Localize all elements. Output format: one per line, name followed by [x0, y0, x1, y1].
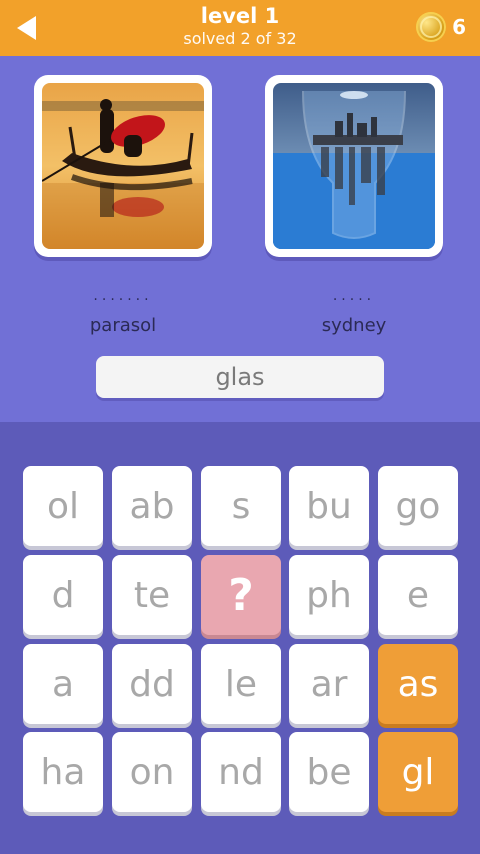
top-bar: level 1 solved 2 of 32 6 — [0, 0, 480, 56]
letter-tile[interactable]: ol — [23, 466, 103, 546]
coin-count: 6 — [452, 15, 466, 39]
letter-tile[interactable]: gl — [378, 732, 458, 812]
left-word-dots: ....... — [93, 288, 153, 304]
letter-tile[interactable]: on — [112, 732, 192, 812]
right-word-dots: ..... — [332, 288, 376, 304]
answer-field[interactable]: glas — [96, 356, 384, 398]
letter-board: ol ab s bu go d te? ph e a dd le ar as ha on nd be gl — [0, 422, 480, 854]
letter-tile[interactable]: as — [378, 644, 458, 724]
letter-tile[interactable]: le — [201, 644, 281, 724]
puzzle-area: ....... ..... parasol sydney glas — [0, 56, 480, 422]
level-title: level 1 — [200, 4, 280, 28]
coin-counter[interactable]: 6 — [416, 11, 466, 43]
clue-image-right — [265, 75, 443, 257]
letter-tile[interactable]: d — [23, 555, 103, 635]
letter-tile[interactable]: ab — [112, 466, 192, 546]
letter-tile[interactable]: bu — [289, 466, 369, 546]
sydney-glass-image — [273, 83, 435, 249]
left-word-label: parasol — [89, 315, 157, 336]
letter-tile[interactable]: be — [289, 732, 369, 812]
letter-tile[interactable]: go — [378, 466, 458, 546]
letter-tile[interactable]: e — [378, 555, 458, 635]
letter-tile[interactable]: ar — [289, 644, 369, 724]
letter-tile[interactable]: te — [112, 555, 192, 635]
letter-tile[interactable]: dd — [112, 644, 192, 724]
letter-tile[interactable]: ha — [23, 732, 103, 812]
right-word-label: sydney — [321, 315, 387, 336]
letter-tile[interactable]: ph — [289, 555, 369, 635]
progress-subtitle: solved 2 of 32 — [183, 29, 297, 48]
gondola-parasol-image — [42, 83, 204, 249]
letter-tile[interactable]: nd — [201, 732, 281, 812]
clue-image-left — [34, 75, 212, 257]
hint-tile[interactable]: ? — [201, 555, 281, 635]
letter-tile[interactable]: a — [23, 644, 103, 724]
letter-tile[interactable]: s — [201, 466, 281, 546]
coin-icon — [416, 12, 447, 42]
